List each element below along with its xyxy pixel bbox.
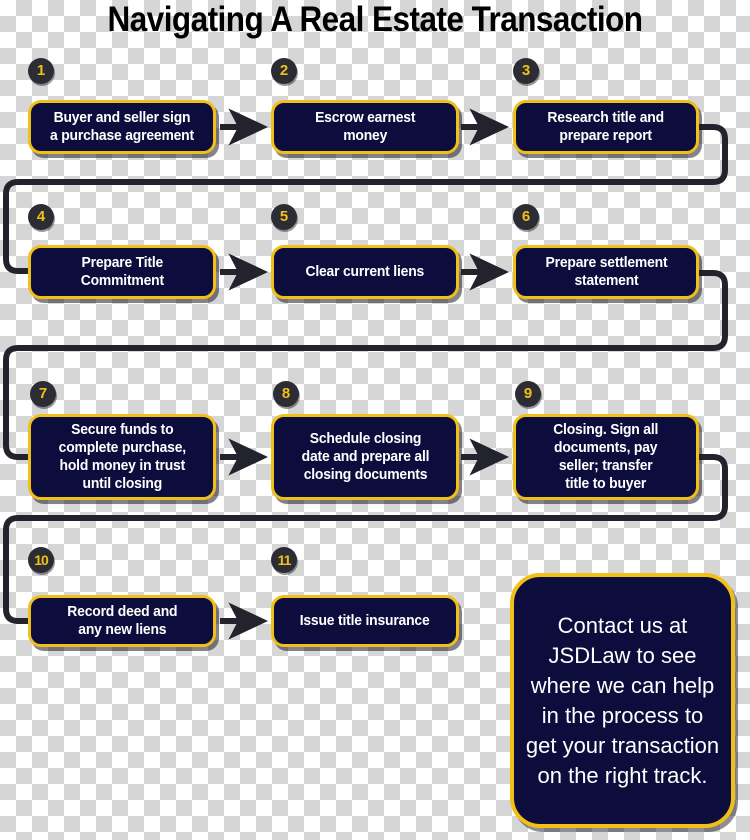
step-badge-11: 11 bbox=[271, 547, 297, 573]
step-box-5[interactable]: Clear current liens bbox=[271, 245, 459, 299]
step-box-6[interactable]: Prepare settlement statement bbox=[513, 245, 699, 299]
step-badge-5: 5 bbox=[271, 204, 297, 230]
step-box-11[interactable]: Issue title insurance bbox=[271, 595, 459, 647]
step-label-11: Issue title insurance bbox=[300, 613, 430, 629]
step-box-1[interactable]: Buyer and seller sign a purchase agreeme… bbox=[28, 100, 216, 154]
step-box-7[interactable]: Secure funds to complete purchase, hold … bbox=[28, 414, 216, 500]
step-label-8: Schedule closing date and prepare all cl… bbox=[301, 431, 429, 483]
contact-callout[interactable]: Contact us at JSDLaw to see where we can… bbox=[510, 573, 735, 828]
step-label-10: Record deed and any new liens bbox=[66, 604, 178, 638]
step-badge-4: 4 bbox=[28, 204, 54, 230]
page-title: Navigating A Real Estate Transaction bbox=[107, 0, 643, 39]
step-badge-9: 9 bbox=[515, 381, 541, 407]
step-label-2: Escrow earnest money bbox=[314, 110, 416, 144]
step-badge-8: 8 bbox=[273, 381, 299, 407]
step-badge-2: 2 bbox=[271, 58, 297, 84]
step-label-1: Buyer and seller sign a purchase agreeme… bbox=[50, 110, 194, 144]
step-badge-3: 3 bbox=[513, 58, 539, 84]
step-badge-7: 7 bbox=[30, 381, 56, 407]
step-badge-10: 10 bbox=[28, 547, 54, 573]
step-label-6: Prepare settlement statement bbox=[545, 255, 667, 289]
step-box-8[interactable]: Schedule closing date and prepare all cl… bbox=[271, 414, 459, 500]
contact-callout-text: Contact us at JSDLaw to see where we can… bbox=[525, 612, 720, 788]
step-label-5: Clear current liens bbox=[305, 264, 425, 280]
step-label-7: Secure funds to complete purchase, hold … bbox=[58, 422, 186, 492]
step-label-4: Prepare Title Commitment bbox=[80, 255, 164, 289]
step-label-9: Closing. Sign all documents, pay seller;… bbox=[553, 422, 659, 492]
step-box-9[interactable]: Closing. Sign all documents, pay seller;… bbox=[513, 414, 699, 500]
flowchart-canvas: Navigating A Real Estate Transaction 1 B… bbox=[0, 0, 750, 840]
step-box-10[interactable]: Record deed and any new liens bbox=[28, 595, 216, 647]
step-badge-6: 6 bbox=[513, 204, 539, 230]
step-badge-1: 1 bbox=[28, 58, 54, 84]
step-label-3: Research title and prepare report bbox=[547, 110, 665, 144]
step-box-2[interactable]: Escrow earnest money bbox=[271, 100, 459, 154]
step-box-4[interactable]: Prepare Title Commitment bbox=[28, 245, 216, 299]
step-box-3[interactable]: Research title and prepare report bbox=[513, 100, 699, 154]
